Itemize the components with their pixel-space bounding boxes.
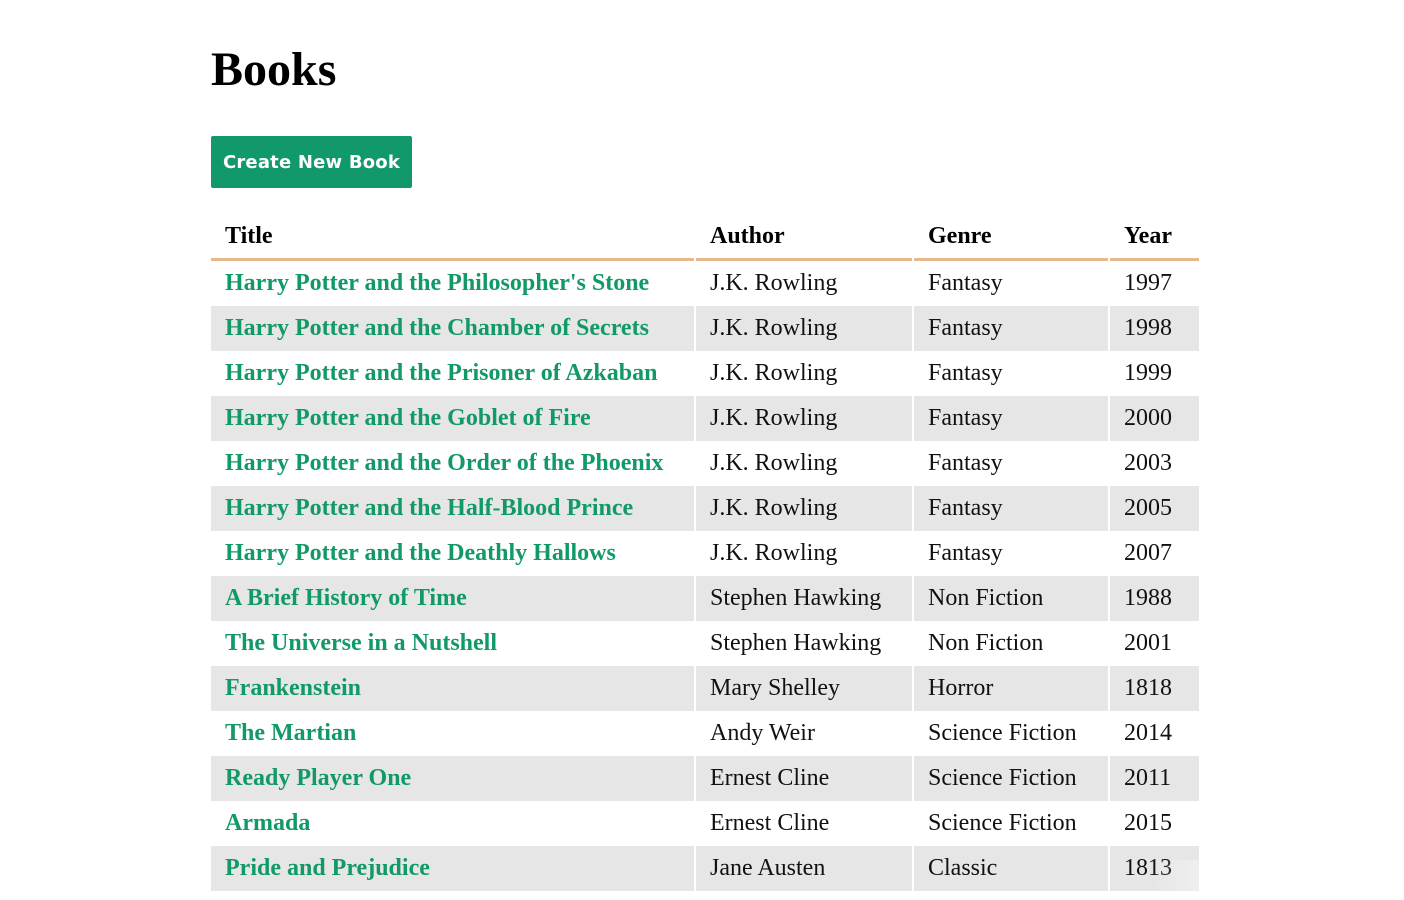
book-title-link[interactable]: Frankenstein [225, 675, 361, 701]
table-body: Harry Potter and the Philosopher's Stone… [211, 261, 1199, 891]
cell-year: 1997 [1124, 270, 1172, 296]
cell-year: 2011 [1110, 756, 1199, 801]
cell-genre: Science Fiction [928, 810, 1077, 836]
cell-genre: Fantasy [914, 486, 1108, 531]
table-row: Harry Potter and the Order of the Phoeni… [211, 441, 1199, 486]
column-header-genre: Genre [914, 214, 1108, 261]
cell-year: 2015 [1124, 810, 1172, 836]
cell-year: 2014 [1124, 720, 1172, 746]
cell-genre: Fantasy [928, 270, 1003, 296]
book-title-link[interactable]: Harry Potter and the Philosopher's Stone [225, 270, 649, 296]
cell-title: Pride and Prejudice [211, 846, 694, 891]
table-row: Harry Potter and the Chamber of Secrets J… [211, 306, 1199, 351]
cell-title: Armada [211, 801, 694, 846]
cell-author: J.K. Rowling [710, 540, 838, 566]
cell-author: Andy Weir [710, 720, 815, 746]
cell-title: Harry Potter and the Philosopher's Stone [211, 261, 694, 306]
table-row: Harry Potter and the Prisoner of Azkaban… [211, 351, 1199, 396]
table-row: Harry Potter and the Deathly Hallows J.K.… [211, 531, 1199, 576]
cell-title: Harry Potter and the Deathly Hallows [211, 531, 694, 576]
books-table: Title Author Genre Year Harry Potter and… [209, 214, 1201, 891]
create-new-book-button[interactable]: Create New Book [211, 136, 412, 188]
cell-author: Ernest Cline [710, 810, 830, 836]
book-title-link[interactable]: Harry Potter and the Half-Blood Prince [225, 495, 633, 521]
book-title-link[interactable]: Harry Potter and the Prisoner of Azkaban [225, 360, 657, 386]
page-title: Books [211, 43, 337, 96]
table-row: Harry Potter and the Half-Blood Prince J.… [211, 486, 1199, 531]
book-title-link[interactable]: Pride and Prejudice [225, 855, 430, 881]
table-row: The Universe in a Nutshell Stephen Hawkin… [211, 621, 1199, 666]
book-title-link[interactable]: The Universe in a Nutshell [225, 630, 497, 656]
cell-genre: Fantasy [928, 540, 1003, 566]
book-title-link[interactable]: A Brief History of Time [225, 585, 467, 611]
cell-title: Harry Potter and the Chamber of Secrets [211, 306, 694, 351]
cell-title: Ready Player One [211, 756, 694, 801]
cell-genre: Science Fiction [914, 756, 1108, 801]
cell-year: 1998 [1110, 306, 1199, 351]
table-row: Frankenstein Mary Shelley Horror 1818 [211, 666, 1199, 711]
cell-author: J.K. Rowling [710, 450, 838, 476]
cell-genre: Science Fiction [928, 720, 1077, 746]
book-title-link[interactable]: Armada [225, 810, 310, 836]
cell-genre: Classic [914, 846, 1108, 891]
table-row: A Brief History of Time Stephen Hawking No… [211, 576, 1199, 621]
cell-year: 1988 [1110, 576, 1199, 621]
cell-genre: Fantasy [928, 360, 1003, 386]
cell-author: Jane Austen [696, 846, 912, 891]
cell-title: The Universe in a Nutshell [211, 621, 694, 666]
cell-title: Harry Potter and the Half-Blood Prince [211, 486, 694, 531]
cell-genre: Fantasy [914, 396, 1108, 441]
table-row: Ready Player One Ernest Cline Science Fict… [211, 756, 1199, 801]
book-title-link[interactable]: Harry Potter and the Goblet of Fire [225, 405, 591, 431]
cell-author: J.K. Rowling [696, 396, 912, 441]
book-title-link[interactable]: The Martian [225, 720, 356, 746]
table-row: The Martian Andy Weir Science Fiction 2014 [211, 711, 1199, 756]
cell-title: Harry Potter and the Prisoner of Azkaban [211, 351, 694, 396]
cell-author: Stephen Hawking [696, 576, 912, 621]
cell-title: The Martian [211, 711, 694, 756]
cell-year: 1999 [1124, 360, 1172, 386]
table-row: Pride and Prejudice Jane Austen Classic 181… [211, 846, 1199, 891]
cell-year: 2005 [1110, 486, 1199, 531]
cell-author: J.K. Rowling [696, 306, 912, 351]
table-header-row: Title Author Genre Year [211, 214, 1199, 261]
cell-author: J.K. Rowling [710, 270, 838, 296]
column-header-year: Year [1110, 214, 1199, 261]
column-header-author: Author [696, 214, 912, 261]
table-row: Armada Ernest Cline Science Fiction 2015 [211, 801, 1199, 846]
cell-year: 2001 [1124, 630, 1172, 656]
cell-genre: Non Fiction [914, 576, 1108, 621]
cell-author: Stephen Hawking [710, 630, 882, 656]
cell-year: 1818 [1110, 666, 1199, 711]
book-title-link[interactable]: Harry Potter and the Deathly Hallows [225, 540, 616, 566]
cell-year: 2000 [1110, 396, 1199, 441]
book-title-link[interactable]: Harry Potter and the Chamber of Secrets [225, 315, 649, 341]
table-row: Harry Potter and the Goblet of Fire J.K. … [211, 396, 1199, 441]
cell-title: A Brief History of Time [211, 576, 694, 621]
cell-genre: Fantasy [914, 306, 1108, 351]
cell-year: 2007 [1124, 540, 1172, 566]
cell-title: Harry Potter and the Goblet of Fire [211, 396, 694, 441]
cell-author: Mary Shelley [696, 666, 912, 711]
cell-author: J.K. Rowling [710, 360, 838, 386]
cell-title: Frankenstein [211, 666, 694, 711]
cell-title: Harry Potter and the Order of the Phoeni… [211, 441, 694, 486]
table-row: Harry Potter and the Philosopher's Stone… [211, 261, 1199, 306]
cell-year: 1813 [1110, 846, 1199, 891]
cell-author: J.K. Rowling [696, 486, 912, 531]
book-title-link[interactable]: Ready Player One [225, 765, 411, 791]
cell-author: Ernest Cline [696, 756, 912, 801]
column-header-title: Title [211, 214, 694, 261]
cell-year: 2003 [1124, 450, 1172, 476]
cell-genre: Fantasy [928, 450, 1003, 476]
book-title-link[interactable]: Harry Potter and the Order of the Phoeni… [225, 450, 663, 476]
cell-genre: Horror [914, 666, 1108, 711]
cell-genre: Non Fiction [928, 630, 1044, 656]
